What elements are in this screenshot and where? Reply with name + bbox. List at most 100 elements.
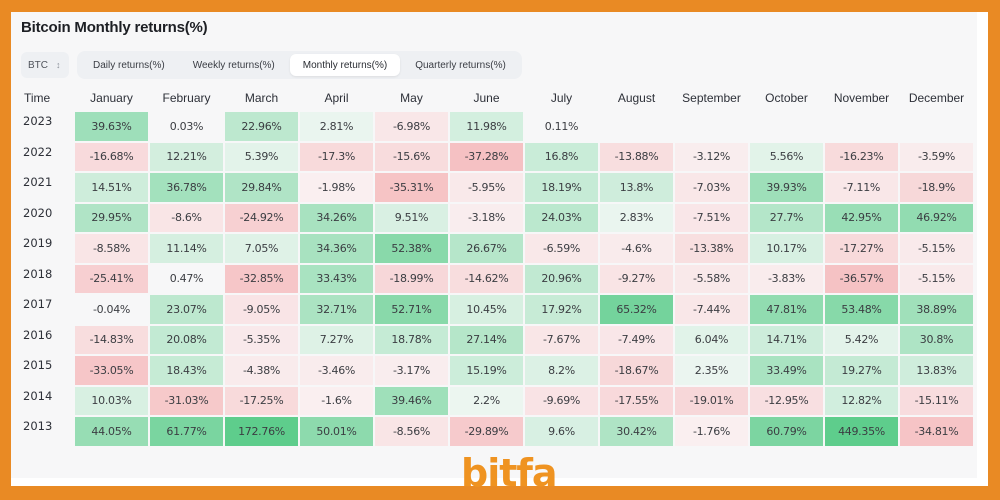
heatmap-cell-2016-march: -5.35% (225, 325, 298, 354)
heatmap-cell-2023-march: 22.96% (225, 112, 298, 141)
heatmap-cell-2014-june: 2.2% (450, 386, 523, 415)
heatmap-cell-2020-february: -8.6% (150, 203, 223, 232)
heatmap-cell-2023-august (600, 112, 673, 141)
heatmap-cell-2021-october: 39.93% (750, 173, 823, 202)
row-year-label: 2014 (23, 388, 53, 403)
returns-period-tabs: Daily returns(%) Weekly returns(%) Monthly… (77, 51, 522, 79)
header-row: Time January February March April May June Jul… (23, 86, 973, 110)
tab-weekly[interactable]: Weekly returns(%) (180, 54, 288, 76)
heatmap-cell-2020-january: 29.95% (75, 203, 148, 232)
heatmap-cell-2017-january: -0.04% (75, 295, 148, 324)
heatmap-cell-2019-december: -5.15% (900, 234, 973, 263)
heatmap-cell-2015-january: -33.05% (75, 356, 148, 385)
row-year-label: 2022 (23, 144, 53, 159)
heatmap-cell-2019-september: -13.38% (675, 234, 748, 263)
tab-daily[interactable]: Daily returns(%) (80, 54, 178, 76)
heatmap-cell-2014-april: -1.6% (300, 386, 373, 415)
heatmap-cell-2022-january: -16.68% (75, 142, 148, 171)
heatmap-cell-2016-july: -7.67% (525, 325, 598, 354)
heatmap-cell-2013-february: 61.77% (150, 417, 223, 446)
heatmap-cell-2021-february: 36.78% (150, 173, 223, 202)
row-year-label: 2018 (23, 266, 53, 281)
heatmap-cell-2020-june: -3.18% (450, 203, 523, 232)
page-title: Bitcoin Monthly returns(%) (21, 19, 208, 36)
heatmap-cell-2016-october: 14.71% (750, 325, 823, 354)
heatmap-cell-2017-november: 53.48% (825, 295, 898, 324)
heatmap-cell-2015-may: -3.17% (375, 356, 448, 385)
heatmap-cell-2019-january: -8.58% (75, 234, 148, 263)
heatmap-cell-2013-april: 50.01% (300, 417, 373, 446)
toolbar: BTC ↕ Daily returns(%) Weekly returns(%) M… (21, 51, 522, 79)
heatmap-cell-2018-august: -9.27% (600, 264, 673, 293)
table-row-2018: 2018 -25.41% 0.47% -32.85% 33.43% -18.99% -14.… (23, 264, 973, 293)
heatmap-cell-2015-march: -4.38% (225, 356, 298, 385)
heatmap-cell-2013-june: -29.89% (450, 417, 523, 446)
heatmap-cell-2015-september: 2.35% (675, 356, 748, 385)
heatmap-cell-2022-july: 16.8% (525, 142, 598, 171)
heatmap-cell-2015-november: 19.27% (825, 356, 898, 385)
heatmap-cell-2016-january: -14.83% (75, 325, 148, 354)
heatmap-cell-2016-september: 6.04% (675, 325, 748, 354)
heatmap-cell-2015-october: 33.49% (750, 356, 823, 385)
column-header-april: April (324, 91, 349, 105)
heatmap-cell-2018-november: -36.57% (825, 264, 898, 293)
tab-monthly[interactable]: Monthly returns(%) (289, 54, 401, 76)
heatmap-cell-2015-july: 8.2% (525, 356, 598, 385)
heatmap-cell-2022-november: -16.23% (825, 142, 898, 171)
heatmap-cell-2014-november: 12.82% (825, 386, 898, 415)
heatmap-cell-2019-april: 34.36% (300, 234, 373, 263)
heatmap-cell-2017-august: 65.32% (600, 295, 673, 324)
heatmap-cell-2022-october: 5.56% (750, 142, 823, 171)
returns-heatmap-table: Time January February March April May June Jul… (21, 84, 975, 448)
heatmap-cell-2020-july: 24.03% (525, 203, 598, 232)
heatmap-cell-2018-february: 0.47% (150, 264, 223, 293)
heatmap-cell-2017-june: 10.45% (450, 295, 523, 324)
heatmap-cell-2021-september: -7.03% (675, 173, 748, 202)
column-header-may: May (400, 91, 423, 105)
heatmap-cell-2018-january: -25.41% (75, 264, 148, 293)
heatmap-cell-2023-july: 0.11% (525, 112, 598, 141)
heatmap-cell-2017-september: -7.44% (675, 295, 748, 324)
heatmap-cell-2017-may: 52.71% (375, 295, 448, 324)
table-row-2016: 2016 -14.83% 20.08% -5.35% 7.27% 18.78% 27.14%… (23, 325, 973, 354)
heatmap-cell-2014-august: -17.55% (600, 386, 673, 415)
heatmap-cell-2017-october: 47.81% (750, 295, 823, 324)
table-row-2023: 2023 39.63% 0.03% 22.96% 2.81% -6.98% 11.98% 0.… (23, 112, 973, 141)
heatmap-cell-2018-october: -3.83% (750, 264, 823, 293)
column-header-october: October (765, 91, 808, 105)
heatmap-cell-2020-october: 27.7% (750, 203, 823, 232)
heatmap-cell-2020-november: 42.95% (825, 203, 898, 232)
table-row-2019: 2019 -8.58% 11.14% 7.05% 34.36% 52.38% 26.67% -… (23, 234, 973, 263)
heatmap-cell-2021-december: -18.9% (900, 173, 973, 202)
heatmap-cell-2018-april: 33.43% (300, 264, 373, 293)
heatmap-cell-2020-august: 2.83% (600, 203, 673, 232)
heatmap-cell-2016-may: 18.78% (375, 325, 448, 354)
heatmap-cell-2022-may: -15.6% (375, 142, 448, 171)
heatmap-cell-2014-march: -17.25% (225, 386, 298, 415)
heatmap-cell-2014-february: -31.03% (150, 386, 223, 415)
heatmap-cell-2022-june: -37.28% (450, 142, 523, 171)
heatmap-cell-2019-june: 26.67% (450, 234, 523, 263)
heatmap-cell-2023-may: -6.98% (375, 112, 448, 141)
heatmap-cell-2013-december: -34.81% (900, 417, 973, 446)
heatmap-cell-2015-august: -18.67% (600, 356, 673, 385)
heatmap-cell-2023-april: 2.81% (300, 112, 373, 141)
column-header-december: December (908, 91, 965, 105)
heatmap-cell-2018-march: -32.85% (225, 264, 298, 293)
heatmap-cell-2013-may: -8.56% (375, 417, 448, 446)
tab-quarterly[interactable]: Quarterly returns(%) (402, 54, 519, 76)
heatmap-cell-2022-september: -3.12% (675, 142, 748, 171)
heatmap-cell-2021-may: -35.31% (375, 173, 448, 202)
heatmap-cell-2019-july: -6.59% (525, 234, 598, 263)
column-header-time: Time (24, 91, 51, 105)
asset-select[interactable]: BTC ↕ (21, 52, 69, 78)
row-year-label: 2023 (23, 114, 53, 128)
table-row-2022: 2022 -16.68% 12.21% 5.39% -17.3% -15.6% -37.28… (23, 142, 973, 171)
heatmap-cell-2013-october: 60.79% (750, 417, 823, 446)
heatmap-cell-2023-june: 11.98% (450, 112, 523, 141)
table-row-2013: 2013 44.05% 61.77% 172.76% 50.01% -8.56% -29.8… (23, 417, 973, 446)
heatmap-cell-2016-june: 27.14% (450, 325, 523, 354)
heatmap-cell-2021-june: -5.95% (450, 173, 523, 202)
table-row-2014: 2014 10.03% -31.03% -17.25% -1.6% 39.46% 2.2% -… (23, 386, 973, 415)
heatmap-cell-2023-january: 39.63% (75, 112, 148, 141)
